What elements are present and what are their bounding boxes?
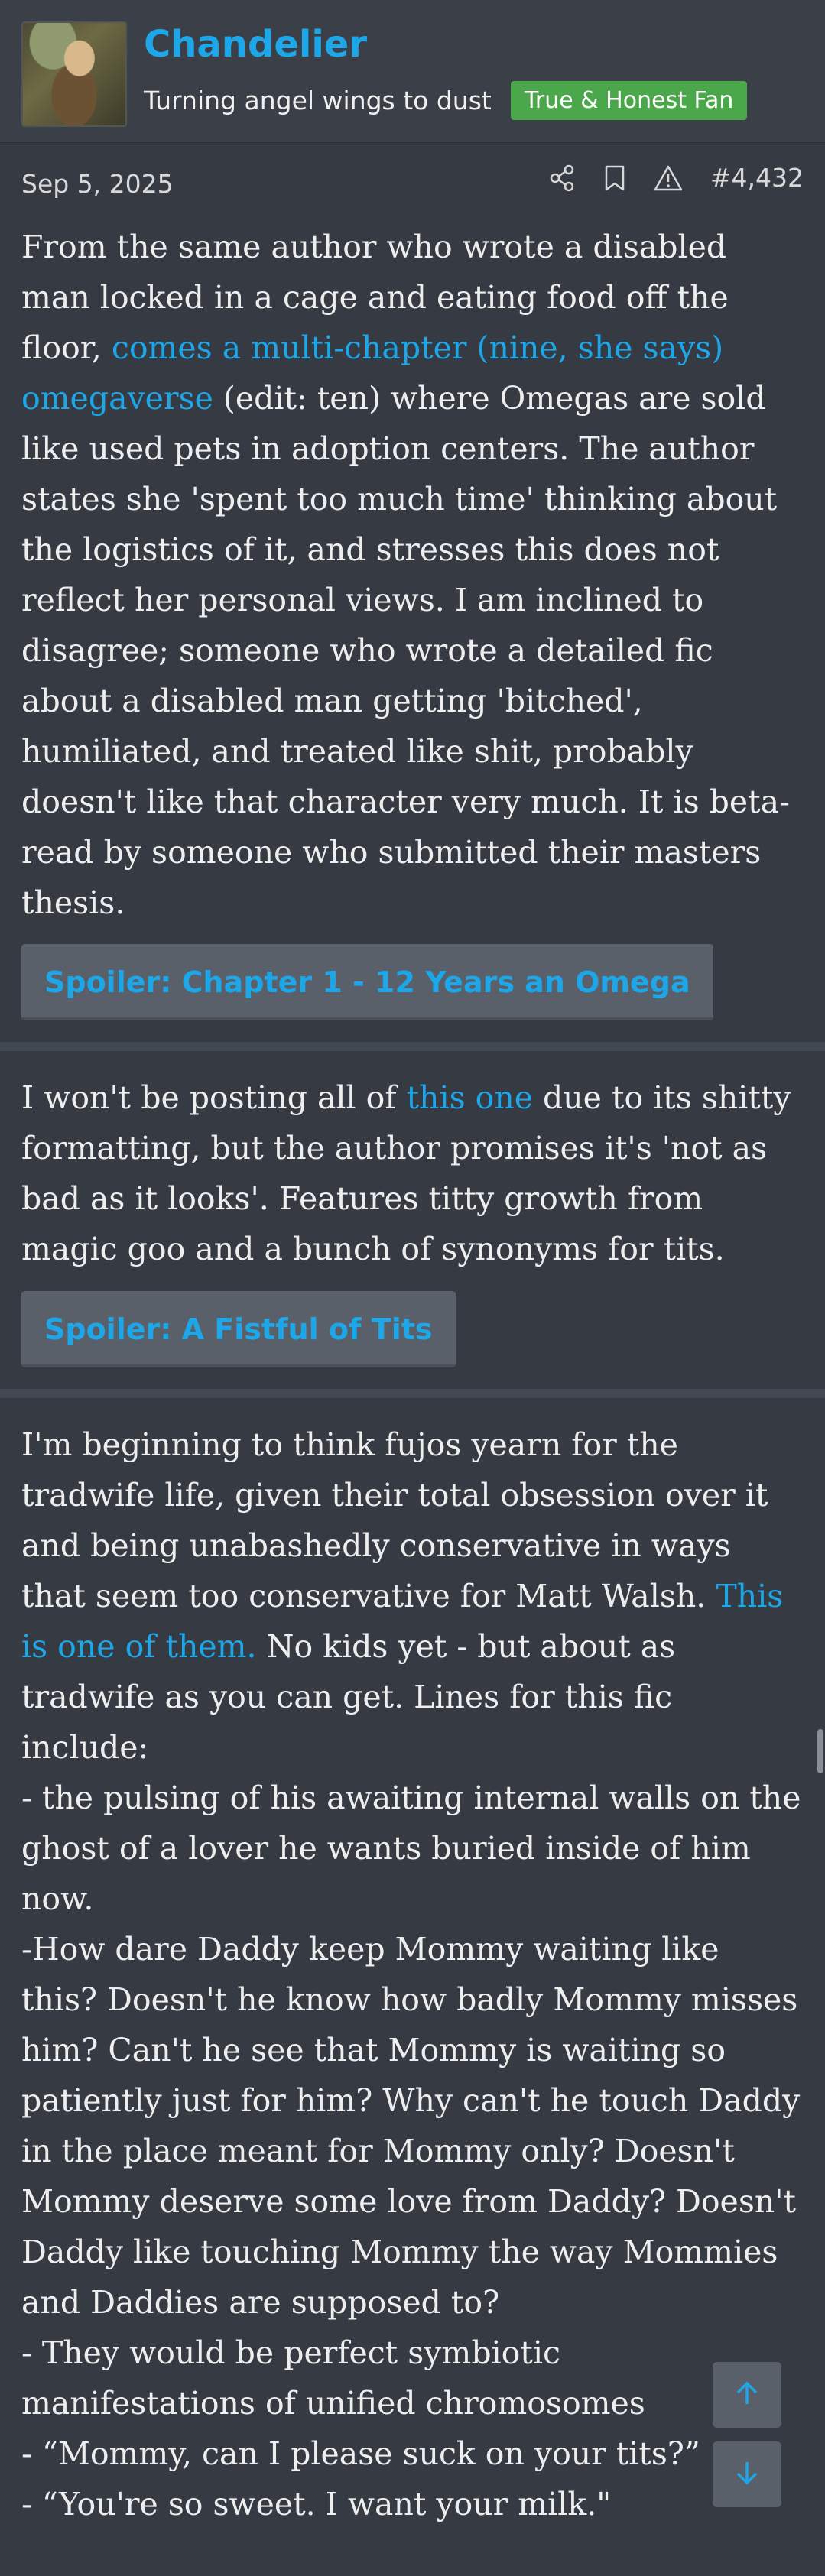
message-body: From the same author who wrote a disable… [21, 222, 804, 928]
scroll-to-bottom-button[interactable] [713, 2441, 781, 2507]
quote-line: -How dare Daddy keep Mommy waiting like … [21, 1931, 801, 2321]
fic-link[interactable]: this one [407, 1079, 533, 1116]
message-text: I'm beginning to think fujos yearn for t… [21, 1426, 768, 1614]
message-text: I won't be posting all of [21, 1079, 407, 1116]
post-message-1: Sep 5, 2025 #4,432 From the same author … [0, 143, 825, 1042]
arrow-up-icon [732, 2378, 762, 2412]
arrow-down-icon [732, 2458, 762, 2491]
avatar[interactable] [21, 21, 127, 127]
spoiler-button[interactable]: Spoiler: Chapter 1 - 12 Years an Omega [21, 944, 713, 1020]
message-text: (edit: ten) where Omegas are sold like u… [21, 380, 790, 921]
post-message-2: I won't be posting all of this one due t… [0, 1051, 825, 1389]
spoiler-button[interactable]: Spoiler: A Fistful of Tits [21, 1291, 456, 1367]
share-icon[interactable] [548, 164, 576, 192]
username[interactable]: Chandelier [144, 23, 367, 66]
scroll-to-top-button[interactable] [713, 2362, 781, 2428]
bookmark-icon[interactable] [603, 164, 626, 192]
quote-line: - “Mommy, can I please suck on your tits… [21, 2435, 700, 2472]
user-title: Turning angel wings to dust [144, 86, 492, 115]
quote-line: - They would be perfect symbiotic manife… [21, 2334, 645, 2422]
post-divider [0, 1042, 825, 1051]
user-badge: True & Honest Fan [511, 81, 748, 120]
post-number[interactable]: #4,432 [710, 163, 804, 193]
message-body: I won't be posting all of this one due t… [21, 1072, 804, 1274]
quote-line: - the pulsing of his awaiting internal w… [21, 1780, 801, 1917]
post-message-3: I'm beginning to think fujos yearn for t… [0, 1398, 825, 2576]
scrollbar-thumb[interactable] [817, 1729, 823, 1773]
quote-line: - “You're so sweet. I want your milk." [21, 2486, 612, 2522]
post-date[interactable]: Sep 5, 2025 [21, 169, 174, 199]
post-author-header: Chandelier Turning angel wings to dust T… [0, 0, 825, 143]
report-icon[interactable] [654, 164, 683, 192]
post-divider [0, 1389, 825, 1398]
message-body: I'm beginning to think fujos yearn for t… [21, 1419, 804, 2529]
post-meta: Sep 5, 2025 #4,432 [21, 163, 804, 201]
